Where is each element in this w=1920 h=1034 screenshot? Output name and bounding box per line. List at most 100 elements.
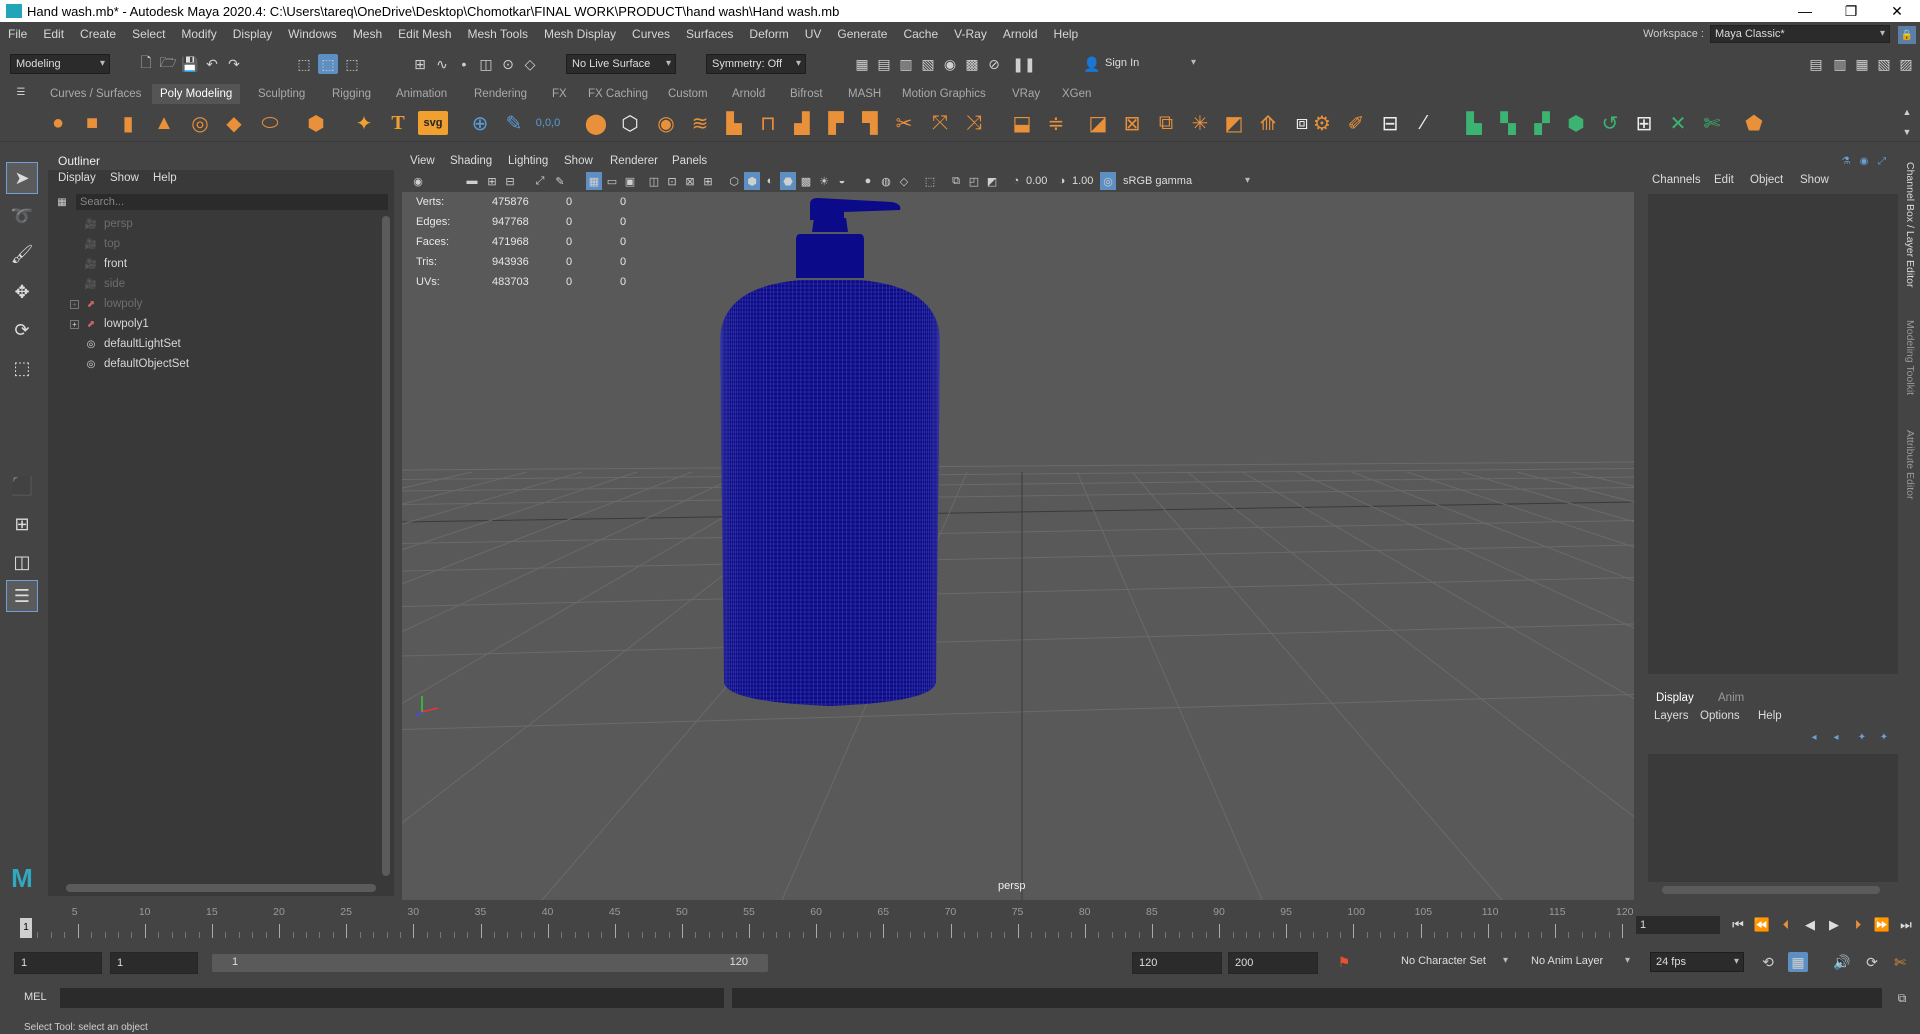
menu-help[interactable]: Help — [1046, 27, 1087, 41]
ambient-occlusion-icon[interactable]: ● — [860, 172, 876, 190]
layout-uvs-icon[interactable]: ⬢ — [1562, 109, 1590, 137]
viewport-menu-lighting[interactable]: Lighting — [508, 155, 548, 167]
current-frame-field[interactable]: 1 — [1636, 916, 1720, 934]
two-view-layout-icon[interactable]: ◫ — [6, 546, 38, 578]
outliner-filter-icon[interactable]: ▦ — [54, 194, 70, 210]
super-shape-icon[interactable]: ✦ — [350, 109, 378, 137]
animation-end-field[interactable]: 200 — [1228, 952, 1318, 974]
select-hierarchy-icon[interactable]: ⬚ — [294, 54, 314, 74]
shelf-scroll-up-icon[interactable]: ▲ — [1900, 106, 1914, 118]
append-polygon-icon[interactable]: ▛ — [822, 109, 850, 137]
exposure-value[interactable]: 0.00 — [1026, 175, 1047, 187]
channel-box-area[interactable] — [1648, 194, 1898, 674]
select-object-mode-icon[interactable]: ⬚ — [318, 54, 338, 74]
freeze-transform-icon[interactable]: ⬟ — [1740, 109, 1768, 137]
save-scene-icon[interactable]: 💾 — [180, 54, 200, 74]
type-tool-icon[interactable]: ✎ — [500, 109, 528, 137]
select-tool-icon[interactable]: ➤ — [6, 162, 38, 194]
menu-windows[interactable]: Windows — [280, 27, 345, 41]
shelf-tab-rendering[interactable]: Rendering — [474, 84, 527, 104]
shelf-tab-bifrost[interactable]: Bifrost — [790, 84, 823, 104]
shelf-tab-mash[interactable]: MASH — [848, 84, 881, 104]
resolution-gate-icon[interactable]: ▣ — [622, 172, 638, 190]
shadows-icon[interactable]: ◒ — [834, 172, 850, 190]
lock-icon[interactable]: 🔒 — [1898, 26, 1916, 44]
grid-icon[interactable]: ▦ — [586, 172, 602, 190]
lasso-tool-icon[interactable]: ➰ — [6, 200, 38, 232]
poly-cone-icon[interactable]: ▲ — [150, 109, 178, 137]
outliner-search-input[interactable]: Search... — [76, 194, 388, 210]
reset-transform-icon[interactable]: 0,0,0 — [534, 109, 562, 137]
snap-view-plane-icon[interactable]: ◫ — [476, 54, 496, 74]
measure-tool-icon[interactable]: ⊕ — [466, 109, 494, 137]
snap-grid-icon[interactable]: ⊞ — [410, 54, 430, 74]
x-ray-icon[interactable]: ⧉ — [948, 172, 964, 190]
menu-vray[interactable]: V-Ray — [946, 27, 995, 41]
new-scene-icon[interactable]: 🗋 — [136, 54, 156, 74]
shelf-tab-fx-caching[interactable]: FX Caching — [588, 84, 648, 104]
grease-pencil-icon[interactable]: ✎ — [552, 172, 568, 190]
menu-display[interactable]: Display — [225, 27, 280, 41]
anti-aliasing-icon[interactable]: ◇ — [896, 172, 912, 190]
cut-uv-icon[interactable]: ↺ — [1596, 109, 1624, 137]
menu-deform[interactable]: Deform — [741, 27, 796, 41]
mirror-icon[interactable]: ⊠ — [1118, 109, 1146, 137]
wireframe-on-shaded-icon[interactable]: ⬣ — [780, 172, 796, 190]
step-forward-key-icon[interactable]: ⏵ — [1848, 915, 1868, 935]
menu-mesh-tools[interactable]: Mesh Tools — [460, 27, 536, 41]
shelf-tab-xgen[interactable]: XGen — [1062, 84, 1091, 104]
fill-hole-icon[interactable]: ▜ — [856, 109, 884, 137]
move-layer-down-icon[interactable]: ◂ — [1828, 730, 1844, 744]
reverse-normals-icon[interactable]: ◩ — [1220, 109, 1248, 137]
anim-prefs-icon[interactable]: ✄ — [1890, 952, 1910, 972]
poly-sphere-icon[interactable]: ● — [44, 109, 72, 137]
redo-icon[interactable]: ↷ — [224, 54, 244, 74]
outliner-menu-show[interactable]: Show — [110, 172, 139, 188]
command-input[interactable] — [60, 988, 724, 1008]
select-camera-icon[interactable]: ◉ — [410, 172, 426, 190]
wireframe-icon[interactable]: ⬡ — [726, 172, 742, 190]
smooth-icon[interactable]: ◉ — [652, 109, 680, 137]
shelf-tab-custom[interactable]: Custom — [668, 84, 708, 104]
shelf-tab-motion-graphics[interactable]: Motion Graphics — [902, 84, 986, 104]
paint-select-tool-icon[interactable]: 🖌 — [6, 238, 38, 270]
side-tab-channel-box[interactable]: Channel Box / Layer Editor — [1904, 162, 1916, 288]
auto-key-icon[interactable]: ⚑ — [1334, 952, 1354, 972]
target-weld-icon[interactable]: ⤧ — [926, 109, 954, 137]
x-ray-active-icon[interactable]: ◰ — [966, 172, 982, 190]
merge-icon[interactable]: ≑ — [1042, 109, 1070, 137]
vray-ipr-icon[interactable]: ⊘ — [984, 54, 1004, 74]
viewport-menu-show[interactable]: Show — [564, 155, 593, 167]
collapse-icon[interactable]: ⬓ — [1008, 109, 1036, 137]
menu-mesh[interactable]: Mesh — [345, 27, 390, 41]
x-ray-joints-icon[interactable]: ◩ — [984, 172, 1000, 190]
snap-vertex-icon[interactable]: ◇ — [520, 54, 540, 74]
toggle-attribute-editor-icon[interactable]: ▥ — [1830, 54, 1850, 74]
close-button[interactable]: ✕ — [1874, 0, 1920, 22]
four-view-layout-icon[interactable]: ⊞ — [6, 508, 38, 540]
exposure-icon[interactable]: ◔ — [1008, 172, 1024, 190]
checker-icon[interactable]: ✕ — [1664, 109, 1692, 137]
menu-arnold[interactable]: Arnold — [995, 27, 1046, 41]
motion-blur-icon[interactable]: ◍ — [878, 172, 894, 190]
layer-list-area[interactable] — [1648, 754, 1898, 882]
shelf-menu-icon[interactable]: ☰ — [14, 84, 28, 100]
new-layer-icon[interactable]: ✦ — [1854, 730, 1870, 744]
poly-cylinder-icon[interactable]: ▮ — [114, 109, 142, 137]
shelf-tab-curves-surfaces[interactable]: Curves / Surfaces — [50, 84, 141, 104]
bookmarks-icon[interactable]: ⊞ — [484, 172, 500, 190]
expand-icon[interactable]: + — [70, 319, 79, 329]
combine-icon[interactable]: ⬤ — [582, 109, 610, 137]
shelf-scroll-down-icon[interactable]: ▼ — [1900, 126, 1914, 138]
move-tool-icon[interactable]: ✥ — [6, 276, 38, 308]
workspace-dropdown[interactable]: Maya Classic* — [1710, 25, 1890, 43]
keyframe-icon[interactable]: ▦ — [1788, 952, 1808, 972]
animation-start-field[interactable]: 1 — [14, 952, 102, 974]
default-material-icon[interactable]: ◐ — [762, 172, 778, 190]
channel-box-menu-show[interactable]: Show — [1800, 174, 1829, 186]
bridge-icon[interactable]: ⊓ — [754, 109, 782, 137]
poly-cube-icon[interactable]: ■ — [78, 109, 106, 137]
menu-edit-mesh[interactable]: Edit Mesh — [390, 27, 459, 41]
channel-box-menu-channels[interactable]: Channels — [1652, 174, 1701, 186]
character-set-dropdown[interactable]: No Character Set — [1396, 952, 1512, 972]
